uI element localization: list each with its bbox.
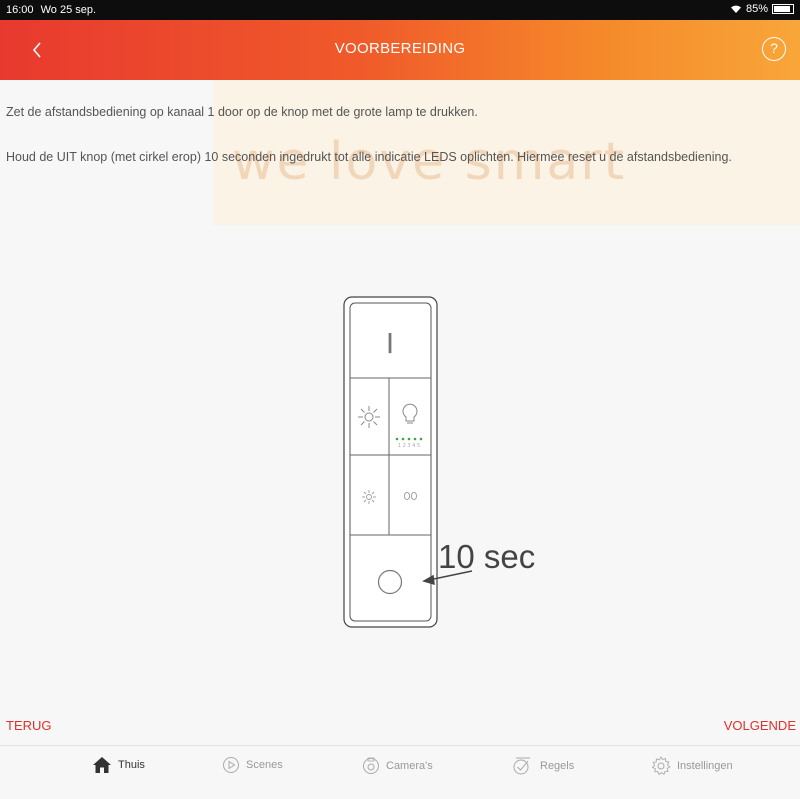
- on-symbol: I: [386, 327, 394, 360]
- led-labels: 1 2 3 4 5: [398, 443, 420, 449]
- tab-bar: Thuis Scenes Camera's Regels Instellinge…: [0, 745, 800, 799]
- instruction-text-2: Houd de UIT knop (met cirkel erop) 10 se…: [6, 150, 732, 164]
- tab-label-scenes: Scenes: [246, 759, 283, 771]
- status-date: Wo 25 sep.: [40, 4, 97, 16]
- play-icon: [223, 757, 239, 773]
- next-text-button[interactable]: VOLGENDE: [724, 718, 796, 733]
- remote-illustration: I 1 2 3 4 5: [343, 296, 473, 628]
- tab-cameras[interactable]: Camera's: [362, 756, 433, 776]
- tab-instellingen[interactable]: Instellingen: [651, 756, 733, 776]
- duration-label: 10 sec: [438, 538, 536, 575]
- back-text-button[interactable]: TERUG: [6, 718, 52, 733]
- home-icon: [93, 757, 111, 773]
- header-bar: VOORBEREIDING ?: [0, 20, 800, 80]
- tab-label-instellingen: Instellingen: [677, 760, 733, 772]
- tab-label-regels: Regels: [540, 760, 575, 772]
- gear-icon: [651, 756, 671, 776]
- tab-label-thuis: Thuis: [118, 759, 145, 771]
- page-title: VOORBEREIDING: [334, 40, 466, 57]
- status-bar: 16:00 Wo 25 sep. 85%: [0, 0, 800, 20]
- tab-regels[interactable]: Regels: [512, 756, 574, 776]
- tab-scenes[interactable]: Scenes: [222, 756, 283, 774]
- battery-percentage: 85%: [745, 3, 768, 15]
- tab-label-cameras: Camera's: [386, 760, 433, 772]
- tab-thuis[interactable]: Thuis: [92, 756, 145, 774]
- rules-icon: [513, 757, 530, 775]
- status-right: 85%: [730, 3, 794, 15]
- instruction-text-1: Zet de afstandsbediening op kanaal 1 doo…: [6, 105, 478, 119]
- help-button[interactable]: ?: [762, 37, 786, 61]
- battery-icon: [772, 4, 794, 14]
- status-time-value: 16:00: [6, 4, 34, 16]
- status-time: 16:00 Wo 25 sep.: [6, 4, 96, 16]
- camera-icon: [363, 757, 379, 774]
- wifi-icon: [730, 5, 741, 13]
